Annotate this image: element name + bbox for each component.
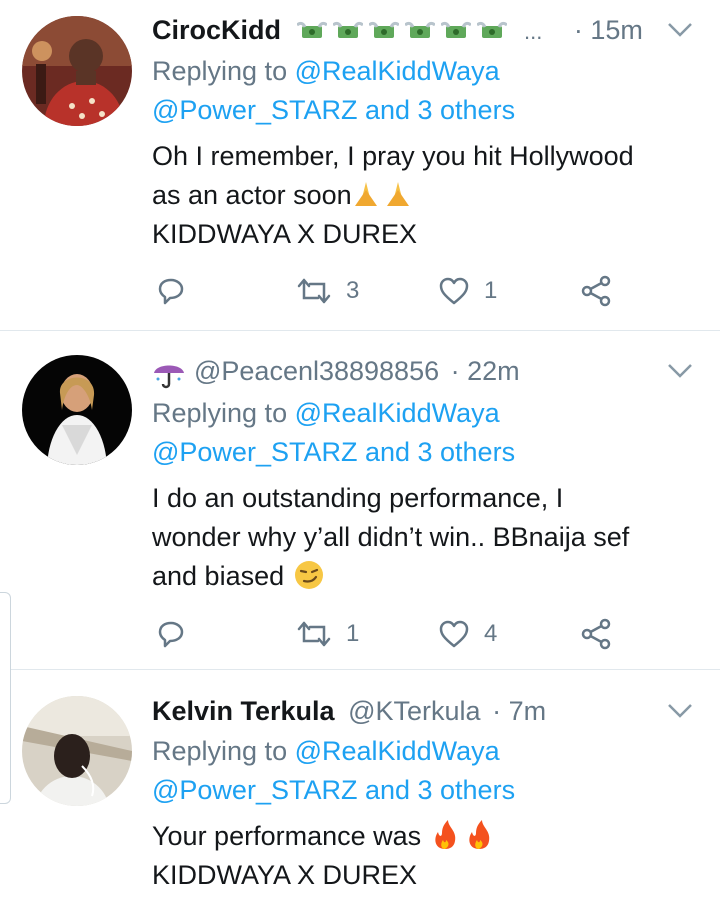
like-button[interactable]: 4 — [438, 614, 497, 654]
tweet-header: Kelvin Terkula @KTerkula · 7m — [152, 691, 546, 731]
timestamp[interactable]: · 15m — [574, 15, 643, 45]
mention-others-link[interactable]: @Power_STARZ and 3 others — [152, 437, 515, 467]
replying-to-others[interactable]: @Power_STARZ and 3 others — [152, 91, 515, 130]
reply-button[interactable] — [156, 614, 186, 654]
mention-link[interactable]: @RealKiddWaya — [295, 736, 500, 766]
reply-icon — [158, 278, 184, 305]
left-edge-panel — [0, 592, 11, 804]
money-with-wings-icon — [404, 21, 435, 38]
tweet-text-line: wonder why y’all didn’t win.. BBnaija se… — [152, 522, 630, 552]
timestamp[interactable]: · 22m — [451, 356, 520, 386]
reply-icon — [158, 621, 184, 648]
money-with-wings-icon — [440, 21, 471, 38]
retweet-button[interactable]: 3 — [296, 271, 359, 311]
share-icon — [581, 618, 611, 650]
mention-link[interactable]: @RealKiddWaya — [295, 398, 500, 428]
display-name[interactable]: Kelvin Terkula — [152, 696, 335, 726]
tweet-text: Oh I remember, I pray you hit Hollywood … — [152, 137, 634, 254]
tweet-3[interactable]: Kelvin Terkula @KTerkula · 7m Replying t… — [0, 670, 720, 900]
tweet-text-line: and biased — [152, 557, 629, 596]
tweet-header: CirocKidd ... · 15m — [152, 10, 643, 50]
replying-to-others[interactable]: @Power_STARZ and 3 others — [152, 433, 515, 472]
handle[interactable]: @Peacenl38898856 — [194, 356, 439, 386]
replying-label: Replying to — [152, 56, 288, 86]
tweet-text-line: I do an outstanding performance, I — [152, 483, 564, 513]
retweet-button[interactable]: 1 — [296, 614, 359, 654]
avatar[interactable] — [22, 696, 132, 806]
tweet-text-line: KIDDWAYA X DUREX — [152, 219, 418, 249]
chevron-down-icon[interactable] — [666, 361, 694, 381]
share-icon — [581, 275, 611, 307]
money-with-wings-icon — [332, 21, 363, 38]
tweet-2[interactable]: @Peacenl38898856 · 22m Replying to @Real… — [0, 331, 720, 669]
heart-icon — [439, 620, 469, 648]
tweet-text-line: KIDDWAYA X DUREX — [152, 860, 418, 890]
tweet-text-line: as an actor soon — [152, 176, 634, 215]
handle[interactable]: @KTerkula — [348, 696, 480, 726]
retweet-count: 1 — [346, 620, 360, 647]
chevron-down-icon[interactable] — [666, 701, 694, 721]
timestamp[interactable]: · 7m — [492, 696, 546, 726]
replying-to-others[interactable]: @Power_STARZ and 3 others — [152, 771, 515, 810]
tweet-1[interactable]: CirocKidd ... · 15m Replying to @RealKid… — [0, 0, 720, 330]
retweet-icon — [297, 621, 331, 647]
name-ellipsis: ... — [524, 19, 543, 44]
heart-icon — [439, 277, 469, 305]
umbrella-emoji — [154, 365, 184, 389]
tweet-text: I do an outstanding performance, I wonde… — [152, 479, 629, 596]
mention-link[interactable]: @RealKiddWaya — [295, 56, 500, 86]
tweet-text-line: Oh I remember, I pray you hit Hollywood — [152, 141, 634, 171]
avatar[interactable] — [22, 16, 132, 126]
display-name[interactable]: CirocKidd — [152, 15, 281, 45]
tweet-text-line: Your performance was — [152, 817, 501, 856]
like-count: 1 — [484, 277, 498, 304]
avatar[interactable] — [22, 355, 132, 465]
mention-others-link[interactable]: @Power_STARZ and 3 others — [152, 95, 515, 125]
share-button[interactable] — [580, 271, 612, 311]
money-emoji-row — [296, 15, 521, 45]
mention-others-link[interactable]: @Power_STARZ and 3 others — [152, 775, 515, 805]
replying-to: Replying to @RealKiddWaya — [152, 732, 500, 771]
money-with-wings-icon — [476, 21, 507, 38]
folded-hands-emoji — [354, 182, 409, 206]
retweet-count: 3 — [346, 277, 360, 304]
reply-button[interactable] — [156, 271, 186, 311]
tweet-header: @Peacenl38898856 · 22m — [152, 351, 520, 391]
like-button[interactable]: 1 — [438, 271, 497, 311]
replying-to: Replying to @RealKiddWaya — [152, 52, 500, 91]
share-button[interactable] — [580, 614, 612, 654]
tweet-actions: 3 1 — [152, 271, 632, 311]
like-count: 4 — [484, 620, 498, 647]
replying-label: Replying to — [152, 736, 288, 766]
chevron-down-icon[interactable] — [666, 20, 694, 40]
smirking-face-emoji — [295, 561, 324, 589]
retweet-icon — [297, 278, 331, 304]
tweet-actions: 1 4 — [152, 614, 632, 654]
money-with-wings-icon — [296, 21, 327, 38]
tweet-text: Your performance was KIDDWAYA X DUREX — [152, 817, 501, 895]
replying-label: Replying to — [152, 398, 288, 428]
replying-to: Replying to @RealKiddWaya — [152, 394, 500, 433]
fire-emoji — [435, 820, 490, 849]
money-with-wings-icon — [368, 21, 399, 38]
